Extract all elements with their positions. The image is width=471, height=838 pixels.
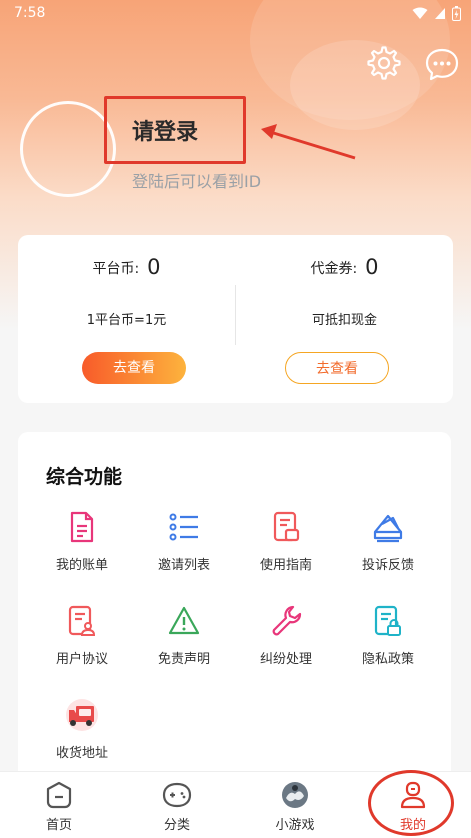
coin-card: 平台币: 0 1平台币=1元 去查看 代金券: 0 可抵扣现金 去查看 (18, 235, 453, 403)
voucher-section: 代金券: 0 可抵扣现金 去查看 (236, 235, 453, 403)
feature-bills[interactable]: 我的账单 (32, 510, 132, 573)
feature-label: 收货地址 (55, 746, 108, 761)
feature-address[interactable]: 收货地址 (32, 698, 132, 761)
mini-game-icon (282, 782, 308, 808)
platform-coin-label: 平台币: 0 (92, 255, 161, 279)
signal-icon (435, 8, 445, 19)
feature-label: 邀请列表 (157, 558, 210, 573)
list-icon (169, 513, 198, 541)
tab-label: 小游戏 (275, 818, 315, 833)
annotation-arrow (261, 124, 356, 160)
voucher-label: 代金券: 0 (310, 255, 379, 279)
feature-dispute[interactable]: 纠纷处理 (236, 604, 336, 667)
delivery-truck-icon (66, 699, 98, 731)
feature-privacy[interactable]: 隐私政策 (338, 604, 438, 667)
status-icons (412, 6, 461, 21)
feature-label: 隐私政策 (361, 652, 414, 667)
login-subtitle: 登陆后可以看到ID (132, 172, 262, 191)
warning-icon (168, 606, 200, 635)
voucher-note: 可抵扣现金 (311, 313, 377, 328)
voucher-value: 0 (365, 255, 379, 279)
tab-highlight-circle (368, 770, 454, 836)
feature-label: 我的账单 (55, 558, 108, 573)
feature-label: 用户协议 (55, 652, 108, 667)
home-icon (46, 781, 72, 809)
feature-label: 投诉反馈 (361, 558, 414, 573)
gamepad-icon (162, 782, 192, 808)
feature-feedback[interactable]: 投诉反馈 (338, 510, 438, 573)
status-time: 7:58 (14, 5, 46, 21)
wifi-icon (412, 7, 428, 19)
tab-mini-games[interactable]: 小游戏 (236, 772, 354, 838)
wrench-icon (272, 605, 302, 636)
tab-label: 首页 (45, 818, 72, 833)
chat-bubble-icon[interactable] (424, 46, 460, 82)
platform-coin-view-button[interactable]: 去查看 (82, 352, 186, 384)
agreement-icon (68, 605, 96, 636)
status-bar: 7:58 (0, 0, 471, 26)
platform-coin-value: 0 (147, 255, 161, 279)
privacy-lock-icon (374, 605, 401, 636)
features-card: 综合功能 我的账单 邀请列表 使用指南 投诉反馈 用户协议 免责声明 纠纷处理 … (18, 432, 451, 792)
tab-label: 分类 (163, 818, 190, 833)
feature-guide[interactable]: 使用指南 (236, 510, 336, 573)
feature-user-agreement[interactable]: 用户协议 (32, 604, 132, 667)
bill-icon (70, 511, 94, 543)
avatar[interactable] (20, 101, 116, 197)
login-title[interactable]: 请登录 (132, 114, 198, 146)
battery-icon (452, 6, 461, 21)
platform-coin-section: 平台币: 0 1平台币=1元 去查看 (18, 235, 235, 403)
gear-icon[interactable] (366, 46, 402, 82)
feature-label: 免责声明 (157, 652, 210, 667)
tab-home[interactable]: 首页 (0, 772, 118, 838)
tab-category[interactable]: 分类 (118, 772, 236, 838)
section-title: 综合功能 (46, 466, 123, 488)
feature-disclaimer[interactable]: 免责声明 (134, 604, 234, 667)
feature-invites[interactable]: 邀请列表 (134, 510, 234, 573)
voucher-view-button[interactable]: 去查看 (285, 352, 389, 384)
guide-icon (273, 511, 300, 542)
platform-coin-rate: 1平台币=1元 (86, 313, 167, 328)
feature-label: 纠纷处理 (259, 652, 312, 667)
feedback-envelope-icon (373, 514, 403, 543)
feature-label: 使用指南 (259, 558, 312, 573)
